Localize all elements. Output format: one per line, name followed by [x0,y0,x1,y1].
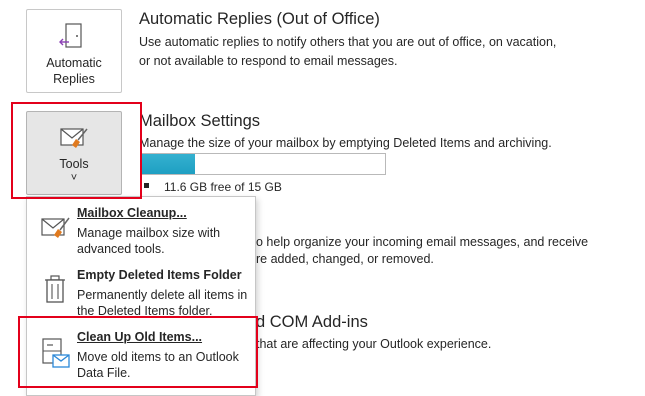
automatic-replies-label: Automatic Replies [46,56,102,86]
mailbox-usage-fill [141,154,195,174]
mailbox-cleanup-icon [60,128,88,148]
menu-item-description: Permanently delete all items in the Dele… [77,288,248,318]
mailbox-settings-title: Mailbox Settings [139,112,261,130]
menu-item-title: Clean Up Old Items... [77,330,203,344]
menu-item-mailbox-cleanup[interactable]: Mailbox Cleanup... Manage mailbox size w… [27,206,255,262]
mailbox-settings-description: Manage the size of your mailbox by empty… [139,136,552,150]
tools-dropdown-menu: Mailbox Cleanup... Manage mailbox size w… [26,196,256,396]
trash-icon [45,275,65,303]
door-exit-icon [59,23,82,48]
automatic-replies-button[interactable]: Automatic Replies [26,9,122,93]
menu-item-empty-deleted[interactable]: Empty Deleted Items Folder Permanently d… [27,268,255,324]
com-addins-title: d COM Add-ins [256,313,368,331]
menu-item-clean-up-old-items[interactable]: Clean Up Old Items... Move old items to … [27,330,255,386]
menu-item-description: Move old items to an Outlook Data File. [77,350,239,380]
menu-item-title: Mailbox Cleanup... [77,206,187,220]
bullet-icon [144,183,149,188]
archive-icon [42,338,70,368]
mailbox-usage-bar [140,153,386,175]
menu-item-description: Manage mailbox size with advanced tools. [77,226,221,256]
automatic-replies-description: Use automatic replies to notify others t… [139,35,557,68]
automatic-replies-title: Automatic Replies (Out of Office) [139,10,380,28]
com-addins-description: that are affecting your Outlook experien… [256,337,492,351]
menu-item-title: Empty Deleted Items Folder [77,268,242,282]
mailbox-cleanup-icon [41,217,70,238]
mailbox-free-text: 11.6 GB free of 15 GB [164,180,282,194]
chevron-down-icon: ˅ [70,172,78,184]
tools-button[interactable]: Tools ˅ [26,111,122,195]
rules-description-line2: re added, changed, or removed. [256,252,434,266]
